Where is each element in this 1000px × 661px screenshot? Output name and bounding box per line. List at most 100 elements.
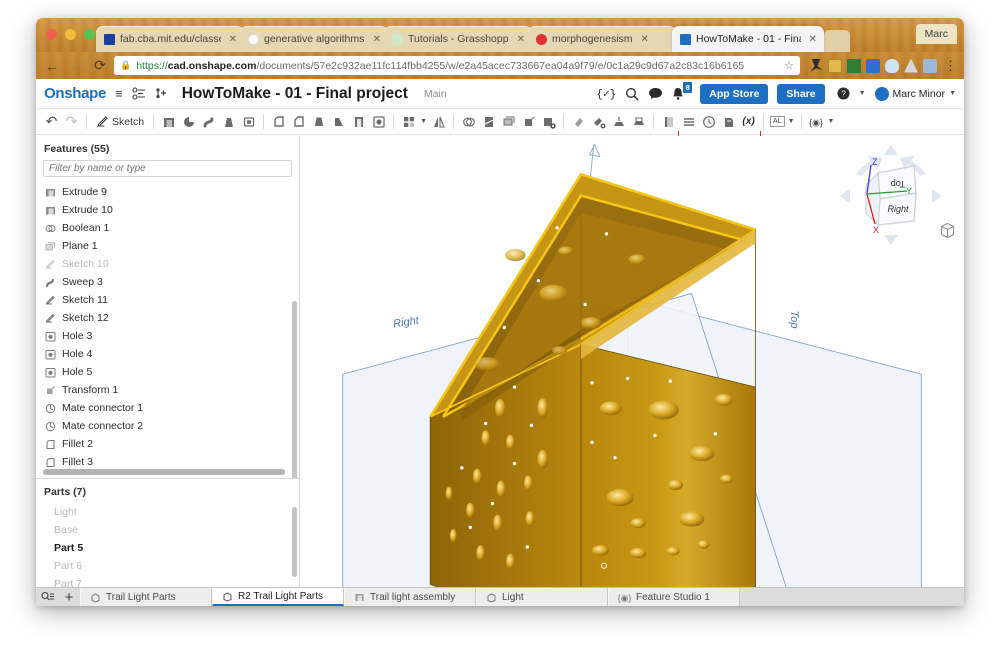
feature-list[interactable]: Extrude 9 Extrude 10 Boolean 1 Plane 1 S… (36, 181, 299, 478)
boolean-icon[interactable] (460, 113, 477, 130)
share-button[interactable]: Share (777, 83, 825, 104)
minimize-window-button[interactable] (65, 29, 76, 40)
chamfer-icon[interactable] (290, 113, 307, 130)
workspace-label[interactable]: Main (424, 88, 447, 100)
part-row[interactable]: Light (36, 503, 299, 521)
sketch-button[interactable]: Sketch (93, 115, 147, 128)
version-graph-icon[interactable] (132, 87, 146, 100)
undo-icon[interactable]: ↶ (43, 113, 60, 130)
element-tab-feature-studio-1[interactable]: {◉} Feature Studio 1 (608, 588, 740, 606)
feature-filter[interactable] (43, 160, 292, 177)
element-tab-r2-trail-light-parts[interactable]: R2 Trail Light Parts (212, 588, 344, 606)
loft-icon[interactable] (220, 113, 237, 130)
split-icon[interactable] (480, 113, 497, 130)
hole-icon[interactable] (370, 113, 387, 130)
cloud-icon[interactable] (885, 58, 899, 73)
sweep-icon[interactable] (200, 113, 217, 130)
feature-list-hscrollbar[interactable] (43, 469, 285, 475)
pattern-chevron-down-icon[interactable]: ▼ (420, 118, 427, 125)
trello-icon[interactable] (923, 58, 937, 73)
comment-icon[interactable] (648, 87, 663, 100)
browser-profile-button[interactable]: Marc (915, 24, 957, 44)
part-row[interactable]: Part 6 (36, 557, 299, 575)
element-tab-trail-light-parts[interactable]: Trail Light Parts (80, 588, 212, 606)
pocket-icon[interactable] (866, 58, 880, 73)
feature-row[interactable]: Transform 1 (36, 381, 299, 399)
feature-row[interactable]: Mate connector 1 (36, 399, 299, 417)
browser-tab-4[interactable]: HowToMake - 01 - Final project ✕ (672, 26, 824, 52)
app-store-button[interactable]: App Store (700, 83, 769, 104)
add-tab-button[interactable]: + (58, 588, 80, 606)
browser-tab-1[interactable]: generative algorithms grasshop ✕ (240, 26, 388, 52)
feature-list-scrollbar[interactable] (292, 301, 297, 478)
feature-row[interactable]: Sweep 3 (36, 273, 299, 291)
move-face-icon[interactable] (570, 113, 587, 130)
pin-icon[interactable] (810, 58, 823, 72)
close-icon[interactable]: ✕ (373, 34, 381, 45)
part-row[interactable]: Base (36, 521, 299, 539)
hamburger-menu-icon[interactable]: ≡ (115, 86, 123, 101)
tab-search-icon[interactable] (36, 588, 58, 606)
help-icon[interactable]: ? (837, 87, 850, 100)
3d-viewport[interactable]: Right Top Top Right Z X Y (300, 136, 964, 587)
browser-menu-icon[interactable]: ⋮ (942, 58, 958, 74)
custom-feature-chevron-down-icon[interactable]: ▼ (828, 118, 835, 125)
bookmark-bar-icon[interactable] (828, 58, 842, 73)
feature-row[interactable]: Sketch 12 (36, 309, 299, 327)
feature-row[interactable]: Fillet 2 (36, 435, 299, 453)
notifications-icon[interactable]: 8 (672, 81, 693, 101)
extrude-icon[interactable] (160, 113, 177, 130)
rib-icon[interactable] (330, 113, 347, 130)
maximize-window-button[interactable] (84, 29, 95, 40)
part-row[interactable]: Part 5 (36, 539, 299, 557)
element-tab-trail-light-assembly[interactable]: Trail light assembly (344, 588, 476, 606)
trail-light-body[interactable] (429, 172, 757, 587)
feature-row[interactable]: Plane 1 (36, 237, 299, 255)
feature-filter-input[interactable] (49, 163, 286, 174)
search-icon[interactable] (625, 87, 639, 101)
clock-icon[interactable] (700, 113, 717, 130)
help-chevron-down-icon[interactable]: ▼ (859, 90, 866, 97)
close-icon[interactable]: ✕ (809, 34, 817, 45)
browser-tab-2[interactable]: Tutorials - Grasshopper ✕ (384, 26, 532, 52)
close-icon[interactable]: ✕ (517, 34, 525, 45)
user-menu[interactable]: Marc Minor ▼ (874, 86, 956, 101)
curve-icon[interactable] (660, 113, 677, 130)
feature-row[interactable]: Extrude 9 (36, 183, 299, 201)
feature-row[interactable]: Hole 4 (36, 345, 299, 363)
feature-row[interactable]: Boolean 1 (36, 219, 299, 237)
feature-script-icon[interactable]: {✓} (596, 87, 616, 101)
browser-tab-0[interactable]: fab.cba.mit.edu/classes/863.1 ✕ (96, 26, 244, 52)
feature-row[interactable]: Sketch 10 (36, 255, 299, 273)
feature-row[interactable]: Mate connector 2 (36, 417, 299, 435)
enclose-icon[interactable] (610, 113, 627, 130)
linear-pattern-icon[interactable] (400, 113, 417, 130)
feature-row[interactable]: Extrude 10 (36, 201, 299, 219)
element-tab-light[interactable]: Light (476, 588, 608, 606)
close-window-button[interactable] (46, 29, 57, 40)
browser-tab-3[interactable]: morphogenesism ✕ (528, 26, 676, 52)
new-tab-button[interactable] (824, 30, 850, 52)
variable-icon[interactable]: (x) (740, 113, 757, 130)
bw-icon[interactable] (847, 58, 861, 73)
transform-icon[interactable] (520, 113, 537, 130)
thicken-icon[interactable] (240, 113, 257, 130)
close-icon[interactable]: ✕ (229, 34, 237, 45)
replace-face-icon[interactable] (590, 113, 607, 130)
close-icon[interactable]: ✕ (641, 34, 649, 45)
derived-icon[interactable] (720, 113, 737, 130)
delete-face-icon[interactable] (540, 113, 557, 130)
window-controls[interactable] (46, 29, 95, 40)
mirror-icon[interactable] (430, 113, 447, 130)
view-cube[interactable]: Top Right Z X Y (836, 141, 946, 251)
feature-row[interactable]: Hole 3 (36, 327, 299, 345)
units-button[interactable]: AL (770, 116, 785, 127)
insert-icon[interactable] (155, 87, 167, 100)
reload-icon[interactable]: ⟳ (90, 56, 110, 76)
plane-icon[interactable] (500, 113, 517, 130)
feature-studio-icon[interactable]: {◉} (808, 113, 825, 130)
drive-icon[interactable] (904, 58, 918, 73)
parts-list-scrollbar[interactable] (292, 507, 297, 577)
redo-icon[interactable]: ↷ (63, 113, 80, 130)
feature-row[interactable]: Sketch 11 (36, 291, 299, 309)
